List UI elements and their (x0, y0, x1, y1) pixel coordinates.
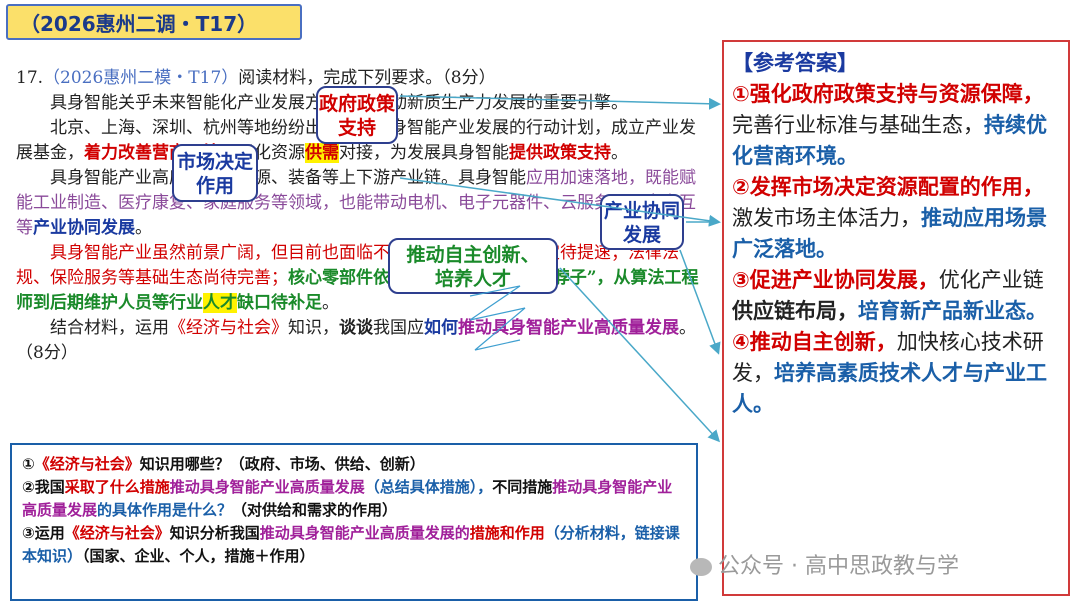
wechat-icon (690, 558, 712, 576)
analysis-task-box: ①《经济与社会》知识用哪些？（政府、市场、供给、创新） ②我国采取了什么措施推动… (10, 443, 698, 601)
answer-item-4: ④推动自主创新，加快核心技术研发，培养高素质技术人才与产业工人。 (732, 330, 1047, 416)
answer-item-3: ③促进产业协同发展，优化产业链供应链布局，培育新产品新业态。 (732, 268, 1047, 323)
task-item-3: ③运用《经济与社会》知识分析我国推动具身智能产业高质量发展的措施和作用（分析材料… (22, 524, 680, 565)
arrow-to-answer-2 (399, 177, 721, 227)
task-item-1: ①《经济与社会》知识用哪些？（政府、市场、供给、创新） (22, 455, 425, 473)
task-item-2: ②我国采取了什么措施推动具身智能产业高质量发展（总结具体措施），不同措施推动具身… (22, 478, 673, 519)
arrow-to-answer-3 (679, 249, 721, 355)
reference-answer-panel: 【参考答案】 ①强化政府政策支持与资源保障，完善行业标准与基础生态，持续优化营商… (722, 40, 1070, 596)
answer-title: 【参考答案】 (732, 51, 858, 75)
answer-item-1: ①强化政府政策支持与资源保障，完善行业标准与基础生态，持续优化营商环境。 (732, 82, 1047, 168)
handwritten-scribble (469, 285, 526, 351)
arrow-to-answer-1 (399, 95, 721, 110)
wechat-watermark: 公众号 · 高中思政教与学 (690, 548, 959, 580)
answer-item-2: ②发挥市场决定资源配置的作用，激发市场主体活力，推动应用场景广泛落地。 (732, 175, 1047, 261)
arrow-to-answer-4 (559, 267, 721, 443)
